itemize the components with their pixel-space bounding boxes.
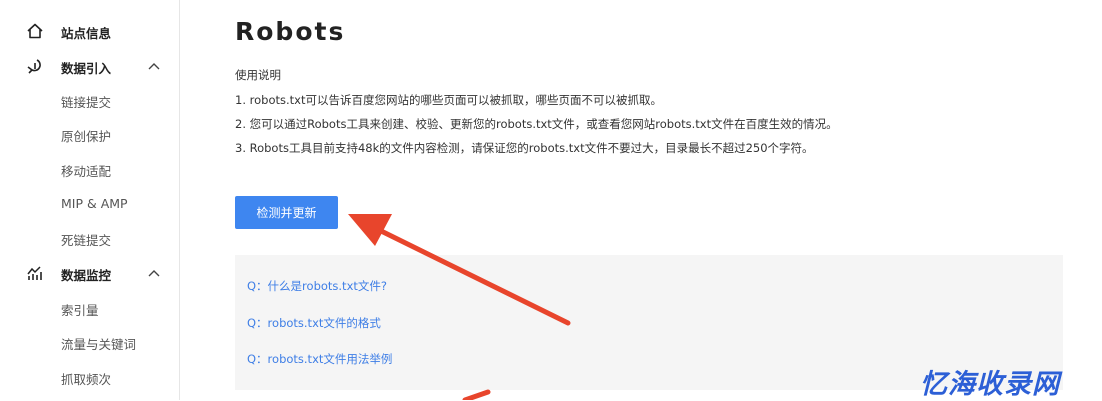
watermark: 忆海收录网 <box>920 369 1060 400</box>
arrow-annotation-lower <box>462 389 491 400</box>
annotation-arrows <box>348 214 571 400</box>
arrow-annotation-main <box>348 214 571 326</box>
